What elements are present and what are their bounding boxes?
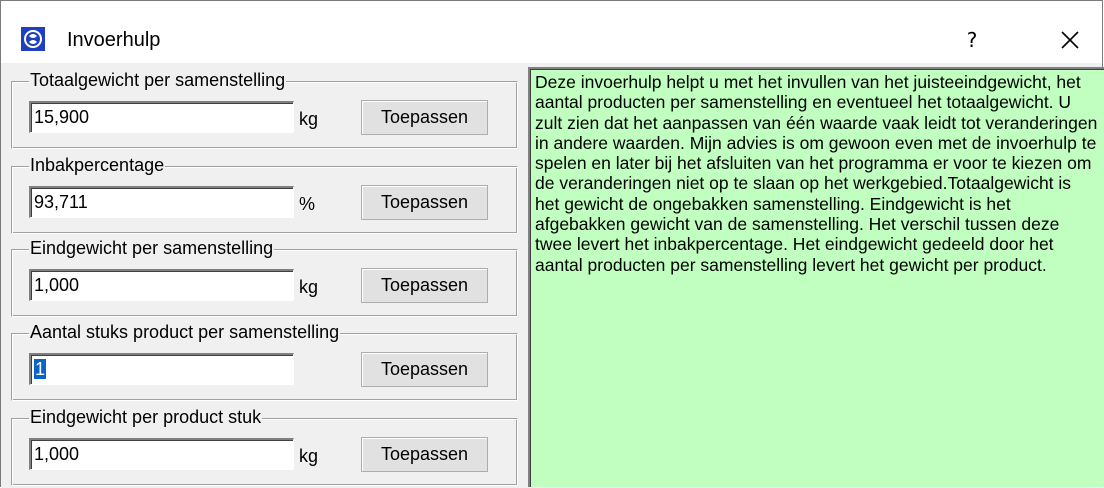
title-bar[interactable]: Invoerhulp ? bbox=[1, 1, 1102, 63]
dialog-content: Totaalgewicht per samenstelling 15,900 k… bbox=[1, 63, 1104, 488]
unit-label: kg bbox=[299, 277, 319, 297]
help-button[interactable]: ? bbox=[952, 24, 992, 56]
toepassen-eindgewicht-samenstelling-button[interactable]: Toepassen bbox=[361, 268, 488, 303]
toepassen-totaalgewicht-button[interactable]: Toepassen bbox=[361, 100, 488, 135]
totaalgewicht-input[interactable]: 15,900 bbox=[29, 101, 294, 133]
toepassen-eindgewicht-product-button[interactable]: Toepassen bbox=[361, 437, 488, 472]
group-legend: Eindgewicht per product stuk bbox=[29, 406, 263, 428]
app-logo-icon bbox=[21, 27, 45, 51]
group-inbakpercentage: Inbakpercentage 93,711 % Toepassen bbox=[11, 154, 518, 234]
close-icon bbox=[1061, 31, 1079, 49]
unit-label: % bbox=[299, 194, 316, 214]
inbakpercentage-input[interactable]: 93,711 bbox=[29, 186, 294, 218]
group-totaalgewicht: Totaalgewicht per samenstelling 15,900 k… bbox=[11, 69, 518, 149]
toepassen-aantal-stuks-button[interactable]: Toepassen bbox=[361, 352, 488, 387]
close-button[interactable] bbox=[1050, 24, 1090, 56]
group-legend: Inbakpercentage bbox=[29, 154, 166, 176]
aantal-stuks-input[interactable]: 1 bbox=[29, 353, 294, 385]
group-eindgewicht-samenstelling: Eindgewicht per samenstelling 1,000 kg T… bbox=[11, 237, 518, 317]
group-eindgewicht-product: Eindgewicht per product stuk 1,000 kg To… bbox=[11, 406, 518, 486]
window-title: Invoerhulp bbox=[67, 29, 161, 51]
group-legend: Aantal stuks product per samenstelling bbox=[29, 321, 341, 343]
selected-text: 1 bbox=[34, 359, 47, 379]
info-panel: Deze invoerhulp helpt u met het invullen… bbox=[528, 67, 1104, 487]
group-legend: Eindgewicht per samenstelling bbox=[29, 237, 275, 259]
group-legend: Totaalgewicht per samenstelling bbox=[29, 69, 287, 91]
dialog-window: Invoerhulp ? Totaalgewicht per samenstel… bbox=[0, 0, 1104, 488]
unit-label: kg bbox=[299, 446, 319, 466]
group-aantal-stuks: Aantal stuks product per samenstelling 1… bbox=[11, 321, 518, 401]
eindgewicht-samenstelling-input[interactable]: 1,000 bbox=[29, 269, 294, 301]
unit-label: kg bbox=[299, 109, 319, 129]
toepassen-inbakpercentage-button[interactable]: Toepassen bbox=[361, 185, 488, 220]
eindgewicht-product-input[interactable]: 1,000 bbox=[29, 438, 294, 470]
